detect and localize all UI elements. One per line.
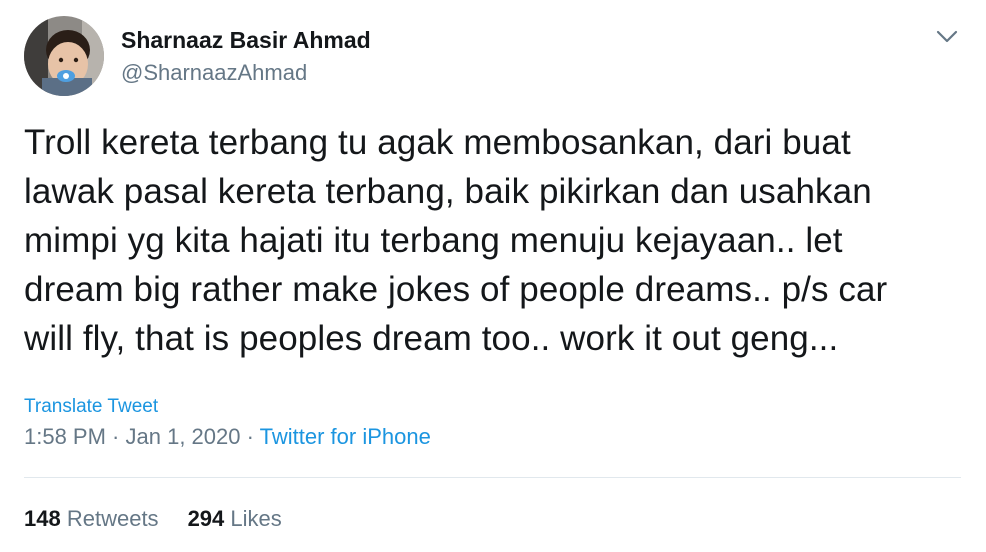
tweet-date[interactable]: Jan 1, 2020 xyxy=(126,424,241,449)
divider xyxy=(24,477,961,478)
tweet-time[interactable]: 1:58 PM xyxy=(24,424,106,449)
likes-stat[interactable]: 294 Likes xyxy=(188,506,282,532)
tweet-text-line: will fly, that is peoples dream too.. wo… xyxy=(24,319,839,358)
tweet-source-link[interactable]: Twitter for iPhone xyxy=(260,424,431,449)
avatar[interactable] xyxy=(24,16,104,96)
likes-count: 294 xyxy=(187,506,225,531)
meta-separator: · xyxy=(240,424,260,449)
tweet-text-line: Troll kereta terbang tu agak membosankan… xyxy=(24,123,851,162)
tweet-menu-button[interactable] xyxy=(934,26,960,46)
author-display-name[interactable]: Sharnaaz Basir Ahmad xyxy=(121,27,371,54)
meta-separator: · xyxy=(105,424,126,449)
chevron-down-icon xyxy=(936,30,958,43)
likes-label: Likes xyxy=(230,506,282,531)
tweet-metadata: 1:58 PM · Jan 1, 2020 · Twitter for iPho… xyxy=(24,424,431,450)
tweet-text: Troll kereta terbang tu agak membosankan… xyxy=(24,118,964,363)
tweet-stats: 148 Retweets 294 Likes xyxy=(24,506,282,532)
baby-avatar-icon xyxy=(24,16,104,96)
author-handle[interactable]: @SharnaazAhmad xyxy=(121,60,307,86)
tweet-text-line: mimpi yg kita hajati itu terbang menuju … xyxy=(24,221,843,260)
translate-tweet-link[interactable]: Translate Tweet xyxy=(24,396,158,418)
retweets-count: 148 xyxy=(24,506,61,531)
retweets-stat[interactable]: 148 Retweets xyxy=(24,506,159,532)
retweets-label: Retweets xyxy=(66,506,159,531)
tweet-text-line: lawak pasal kereta terbang, baik pikirka… xyxy=(24,172,872,211)
tweet-text-line: dream big rather make jokes of people dr… xyxy=(24,270,888,309)
